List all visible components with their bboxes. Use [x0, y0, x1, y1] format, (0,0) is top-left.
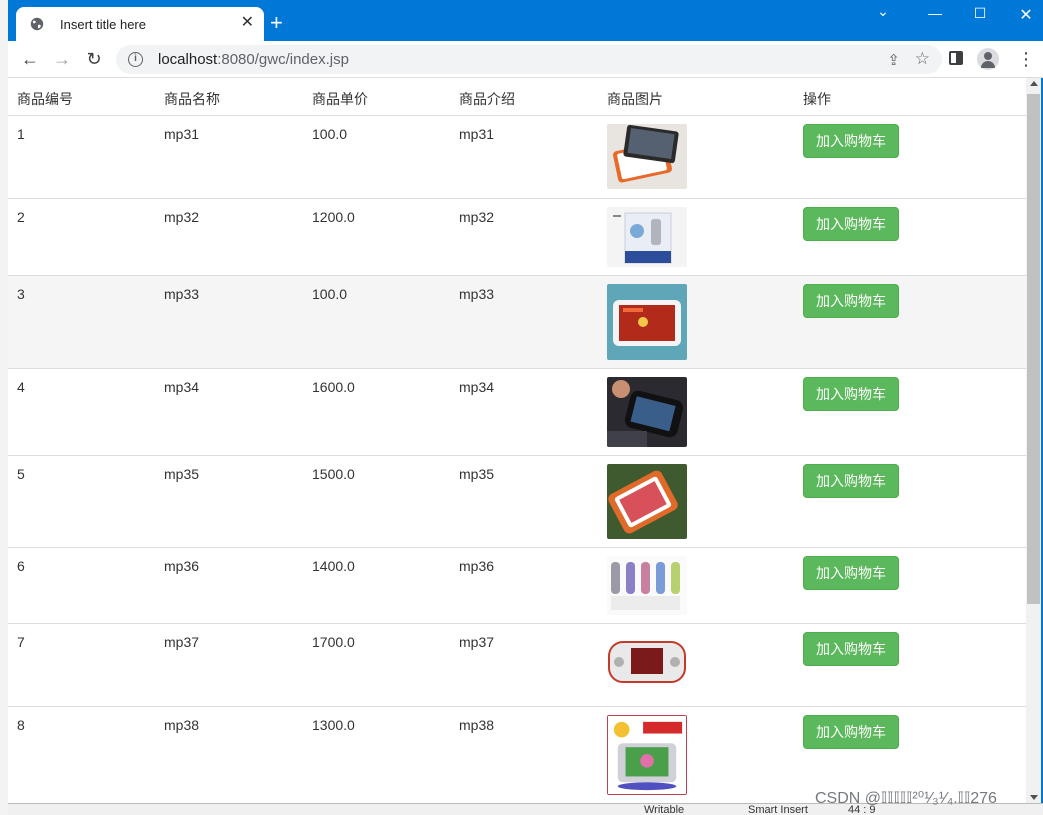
- profile-avatar-icon[interactable]: [977, 48, 999, 70]
- side-panel-icon[interactable]: [949, 51, 963, 65]
- product-image: [607, 124, 687, 189]
- status-writable: Writable: [644, 804, 685, 815]
- cell-price: 1200.0: [312, 209, 355, 225]
- header-action: 操作: [803, 91, 831, 107]
- url-host: localhost: [158, 51, 218, 68]
- vertical-scrollbar[interactable]: [1026, 78, 1041, 803]
- page-content: 商品编号 商品名称 商品单价 商品介绍 商品图片 操作 1 mp31 100.0…: [8, 78, 1026, 803]
- forward-arrow-icon[interactable]: →: [52, 49, 72, 69]
- add-to-cart-button[interactable]: 加入购物车: [803, 284, 899, 318]
- scroll-up-arrow-icon[interactable]: [1030, 81, 1038, 86]
- info-icon[interactable]: i: [128, 52, 143, 67]
- cell-id: 2: [17, 209, 25, 225]
- url-path: :8080/gwc/index.jsp: [217, 51, 349, 68]
- cell-price: 1300.0: [312, 717, 355, 733]
- cell-desc: mp31: [459, 126, 495, 142]
- table-row: 3 mp33 100.0 mp33 加入购物车: [8, 276, 1026, 369]
- status-insert-mode: Smart Insert: [748, 804, 808, 815]
- add-to-cart-button[interactable]: 加入购物车: [803, 207, 899, 241]
- product-image: [607, 284, 687, 360]
- close-icon[interactable]: ✕: [241, 15, 254, 31]
- product-image: [607, 464, 687, 539]
- add-to-cart-button[interactable]: 加入购物车: [803, 124, 899, 158]
- cell-price: 100.0: [312, 126, 348, 142]
- cell-price: 1700.0: [312, 634, 355, 650]
- maximize-icon[interactable]: ☐: [970, 5, 990, 22]
- table-row: 7 mp37 1700.0 mp37 加入购物车: [8, 624, 1026, 707]
- scroll-down-arrow-icon[interactable]: [1030, 795, 1038, 800]
- cell-price: 100.0: [312, 286, 348, 302]
- more-menu-icon[interactable]: ⋮: [1017, 49, 1035, 69]
- address-bar[interactable]: i localhost:8080/gwc/index.jsp ⇪ ☆: [116, 45, 942, 74]
- cell-desc: mp37: [459, 634, 495, 650]
- table-row: 4 mp34 1600.0 mp34 加入购物车: [8, 369, 1026, 456]
- header-desc: 商品介绍: [459, 91, 515, 107]
- product-image: [607, 207, 687, 267]
- url-text: localhost:8080/gwc/index.jsp: [158, 51, 349, 68]
- header-image: 商品图片: [607, 91, 663, 107]
- cell-name: mp38: [164, 717, 200, 733]
- table-row: 6 mp36 1400.0 mp36 加入购物车: [8, 548, 1026, 624]
- tab-strip: Insert title here ✕ + ⌄ — ☐ ✕: [8, 0, 1043, 41]
- table-row: 1 mp31 100.0 mp31 加入购物车: [8, 116, 1026, 199]
- cell-name: mp33: [164, 286, 200, 302]
- cell-id: 4: [17, 379, 25, 395]
- window-close-icon[interactable]: ✕: [1016, 5, 1036, 25]
- cell-name: mp37: [164, 634, 200, 650]
- product-image: [607, 715, 687, 795]
- cell-id: 8: [17, 717, 25, 733]
- cell-id: 7: [17, 634, 25, 650]
- watermark: CSDN @𝕀𝕀𝕀𝕀𝕀²⁰¹⁄₃¹⁄₄.𝕀𝕀276: [815, 790, 997, 807]
- cell-name: mp35: [164, 466, 200, 482]
- cell-name: mp34: [164, 379, 200, 395]
- tab-title: Insert title here: [60, 17, 146, 32]
- product-image: [607, 377, 687, 447]
- header-name: 商品名称: [164, 91, 220, 107]
- chevron-down-icon[interactable]: ⌄: [873, 3, 893, 20]
- add-to-cart-button[interactable]: 加入购物车: [803, 715, 899, 749]
- cell-desc: mp36: [459, 558, 495, 574]
- cell-desc: mp34: [459, 379, 495, 395]
- back-arrow-icon[interactable]: ←: [20, 49, 40, 69]
- product-image: [607, 556, 687, 615]
- add-to-cart-button[interactable]: 加入购物车: [803, 632, 899, 666]
- cell-id: 1: [17, 126, 25, 142]
- cell-name: mp31: [164, 126, 200, 142]
- cell-name: mp32: [164, 209, 200, 225]
- cell-id: 5: [17, 466, 25, 482]
- cell-desc: mp35: [459, 466, 495, 482]
- browser-tab[interactable]: Insert title here ✕: [16, 7, 264, 41]
- cell-id: 6: [17, 558, 25, 574]
- add-to-cart-button[interactable]: 加入购物车: [803, 556, 899, 590]
- cell-id: 3: [17, 286, 25, 302]
- cell-price: 1400.0: [312, 558, 355, 574]
- product-image: [607, 632, 687, 692]
- browser-toolbar: ← → ↻ i localhost:8080/gwc/index.jsp ⇪ ☆…: [8, 41, 1043, 78]
- minimize-icon[interactable]: —: [925, 5, 945, 21]
- add-to-cart-button[interactable]: 加入购物车: [803, 377, 899, 411]
- header-price: 商品单价: [312, 91, 368, 107]
- globe-icon: [30, 17, 44, 31]
- table-header: 商品编号 商品名称 商品单价 商品介绍 商品图片 操作: [8, 78, 1026, 116]
- bookmark-star-icon[interactable]: ☆: [915, 49, 930, 69]
- table-row: 5 mp35 1500.0 mp35 加入购物车: [8, 456, 1026, 548]
- add-to-cart-button[interactable]: 加入购物车: [803, 464, 899, 498]
- new-tab-icon[interactable]: +: [270, 12, 283, 34]
- cell-price: 1600.0: [312, 379, 355, 395]
- cell-desc: mp32: [459, 209, 495, 225]
- header-id: 商品编号: [17, 91, 73, 107]
- scroll-thumb[interactable]: [1027, 94, 1040, 604]
- desktop-edge: [0, 0, 8, 815]
- cell-name: mp36: [164, 558, 200, 574]
- cell-desc: mp38: [459, 717, 495, 733]
- share-icon[interactable]: ⇪: [887, 51, 900, 69]
- table-row: 2 mp32 1200.0 mp32 加入购物车: [8, 199, 1026, 276]
- cell-desc: mp33: [459, 286, 495, 302]
- reload-icon[interactable]: ↻: [84, 49, 104, 69]
- cell-price: 1500.0: [312, 466, 355, 482]
